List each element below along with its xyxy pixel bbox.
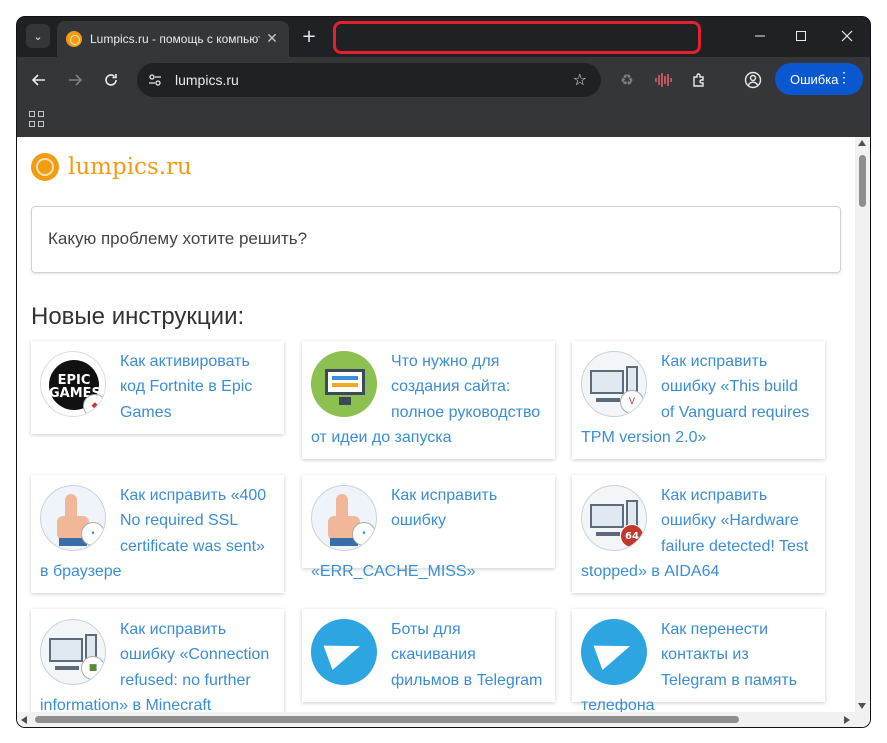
highlight-box (333, 21, 701, 54)
computer-icon: 64 (581, 485, 647, 551)
article-card[interactable]: • Как исправить «400 No required SSL cer… (31, 475, 284, 593)
computer-icon: ■ (40, 619, 106, 685)
active-tab[interactable]: Lumpics.ru - помощь с компьютером ✕ (57, 21, 289, 57)
toolbar: lumpics.ru ☆ ♻ Ошибка ⋮ (17, 57, 870, 103)
audio-extension-icon[interactable] (651, 68, 675, 92)
article-card[interactable]: • Как исправить ошибку «ERR_CACHE_MISS» (302, 475, 555, 580)
url-text: lumpics.ru (175, 72, 239, 88)
article-card[interactable]: 64 Как исправить ошибку «Hardware failur… (572, 475, 825, 593)
computer-icon: V (581, 351, 647, 417)
bookmarks-bar (17, 103, 870, 137)
recycle-extension-icon[interactable]: ♻ (615, 68, 639, 92)
website-monitor-icon (311, 351, 377, 417)
minecraft-badge-icon: ■ (81, 656, 105, 680)
maximize-icon[interactable] (781, 23, 821, 49)
article-card[interactable]: Боты для скачивания фильмов в Telegram (302, 609, 555, 702)
profile-error-label: Ошибка (790, 71, 839, 87)
site-info-icon[interactable] (143, 68, 167, 92)
browser-badge-icon: • (81, 522, 105, 546)
scroll-left-arrow-icon[interactable] (21, 716, 27, 724)
article-card[interactable]: Как перенести контакты из Telegram в пам… (572, 609, 825, 714)
tab-title: Lumpics.ru - помощь с компьютером (90, 32, 260, 46)
orange-logo-icon (31, 153, 59, 181)
account-circle-icon[interactable] (741, 68, 765, 92)
more-menu-icon[interactable]: ⋮ (837, 69, 851, 86)
hand-pointer-icon: • (311, 485, 377, 551)
chevron-down-icon: ⌄ (33, 29, 43, 43)
bookmark-star-icon[interactable]: ☆ (573, 70, 587, 89)
browser-badge-icon: • (352, 522, 376, 546)
article-card[interactable]: EPIC GAMES ◆ Как активировать код Fortni… (31, 341, 284, 434)
article-card[interactable]: Что нужно для создания сайта: полное рук… (302, 341, 555, 459)
epic-games-icon: EPIC GAMES ◆ (40, 351, 106, 417)
scroll-up-arrow-icon[interactable] (858, 140, 866, 146)
horizontal-scrollbar[interactable] (17, 712, 870, 727)
telegram-icon (311, 619, 377, 685)
minimize-icon[interactable] (740, 23, 780, 49)
scroll-right-arrow-icon[interactable] (844, 716, 850, 724)
telegram-icon (581, 619, 647, 685)
page-viewport: lumpics.ru Новые инструкции: EPIC GAMES … (17, 137, 870, 727)
close-tab-icon[interactable]: ✕ (263, 30, 281, 48)
address-bar[interactable]: lumpics.ru ☆ (137, 63, 601, 97)
article-card[interactable]: ■ Как исправить ошибку «Connection refus… (31, 609, 284, 727)
tab-search-button[interactable]: ⌄ (26, 24, 50, 48)
forward-arrow-icon[interactable] (63, 68, 87, 92)
tab-strip: ⌄ Lumpics.ru - помощь с компьютером ✕ + (17, 17, 870, 57)
site-search-box[interactable] (31, 206, 841, 273)
close-window-icon[interactable] (827, 23, 867, 49)
hand-pointer-icon: • (40, 485, 106, 551)
puzzle-extensions-icon[interactable] (687, 68, 711, 92)
site-logo[interactable]: lumpics.ru (31, 153, 192, 181)
reload-icon[interactable] (99, 68, 123, 92)
back-arrow-icon[interactable] (27, 68, 51, 92)
vertical-scroll-thumb[interactable] (859, 155, 866, 207)
site-search-input[interactable] (48, 229, 748, 249)
article-card[interactable]: V Как исправить ошибку «This build of Va… (572, 341, 825, 459)
new-tab-button[interactable]: + (298, 25, 320, 47)
horizontal-scroll-thumb[interactable] (35, 716, 739, 723)
scroll-down-arrow-icon[interactable] (858, 703, 866, 709)
browser-window: ⌄ Lumpics.ru - помощь с компьютером ✕ + (17, 17, 870, 727)
apps-grid-icon[interactable] (29, 111, 45, 127)
vertical-scrollbar[interactable] (855, 137, 870, 712)
lumpics-favicon-icon (66, 31, 82, 47)
fortnite-badge-icon: ◆ (83, 394, 105, 416)
logo-text: lumpics.ru (68, 154, 192, 180)
valorant-badge-icon: V (620, 390, 644, 414)
section-title: Новые инструкции: (31, 303, 245, 330)
profile-error-button[interactable]: Ошибка ⋮ (775, 63, 863, 95)
aida64-badge-icon: 64 (620, 524, 644, 548)
